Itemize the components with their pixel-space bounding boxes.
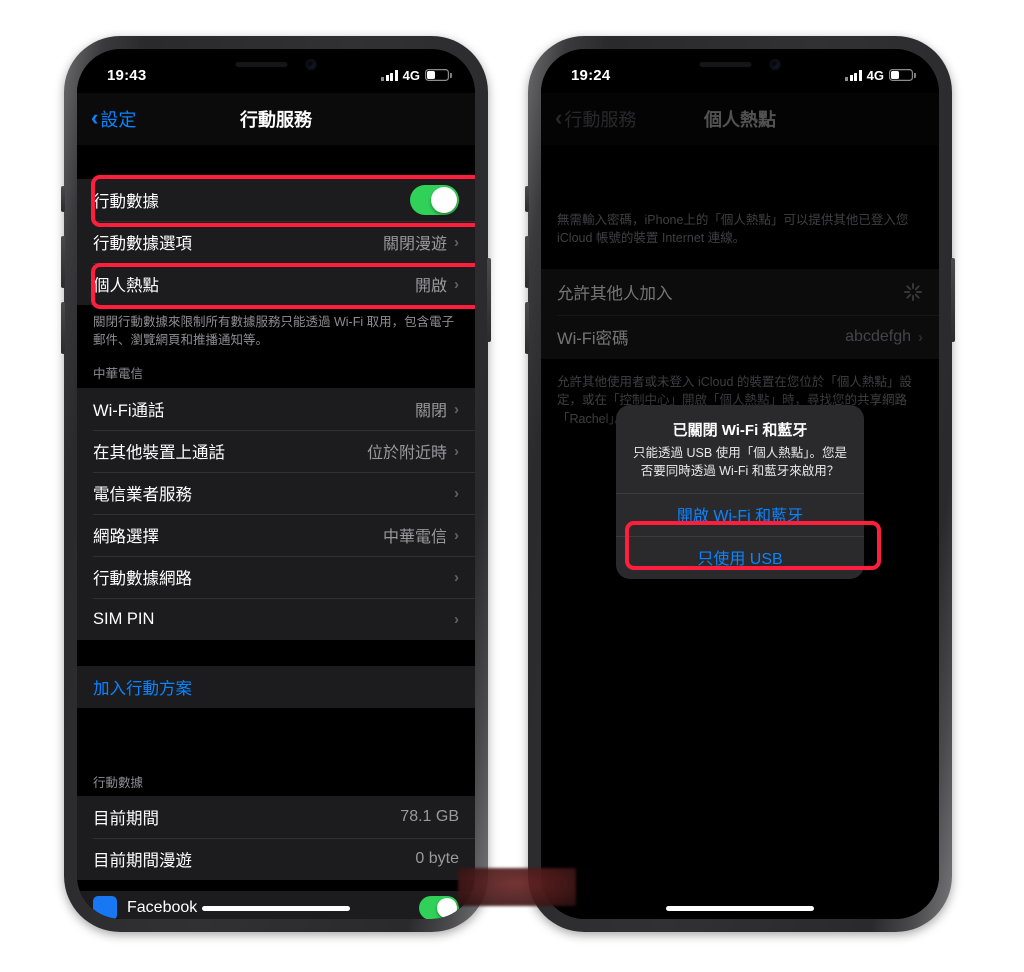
chevron-right-icon: › — [454, 526, 459, 544]
row-label: 行動數據選項 — [93, 235, 192, 253]
alert-primary-button[interactable]: 開啟 Wi-Fi 和藍牙 — [616, 492, 864, 536]
image-artifact-strip — [458, 868, 576, 906]
row-value: 關閉 — [414, 403, 447, 421]
chevron-left-icon: ‹ — [91, 105, 99, 130]
row-label: Wi-Fi通話 — [93, 402, 165, 421]
battery-icon — [889, 69, 916, 81]
status-indicators: 4G — [381, 67, 452, 83]
facebook-icon — [93, 896, 117, 919]
row-sim-pin[interactable]: SIM PIN › — [77, 598, 475, 641]
row-carrier-services[interactable]: 電信業者服務 › — [77, 472, 475, 515]
row-label: 目前期間漫遊 — [93, 852, 192, 871]
earpiece-speaker-icon — [699, 62, 752, 67]
row-personal-hotspot[interactable]: 個人熱點 開啟 › — [77, 263, 475, 305]
front-camera-icon — [305, 59, 317, 70]
row-value: 0 byte — [415, 850, 459, 868]
home-indicator-right[interactable] — [666, 906, 814, 911]
section-header-carrier: 中華電信 — [93, 367, 144, 382]
volume-down-button-left[interactable] — [61, 302, 65, 354]
volume-up-button-left[interactable] — [61, 236, 65, 288]
row-value: 關閉漫遊 — [382, 236, 447, 253]
volume-down-button-right[interactable] — [525, 302, 529, 354]
settings-list-left[interactable]: 行動數據 行動數據選項 關閉漫遊 › 個人熱點 開啟 › 關閉行動數據來限制所有… — [77, 145, 475, 919]
alert-dialog: 已關閉 Wi-Fi 和藍牙 只能透過 USB 使用「個人熱點」。您是否要同時透過… — [616, 405, 864, 579]
group-carrier-settings: Wi-Fi通話 關閉› 在其他裝置上通話 位於附近時› 電信業者服務 › 網 — [77, 388, 475, 641]
row-current-period: 目前期間 78.1 GB — [77, 796, 475, 839]
cellular-signal-icon — [381, 69, 398, 81]
row-label: 加入行動方案 — [93, 680, 192, 699]
alert-secondary-button[interactable]: 只使用 USB — [616, 535, 864, 579]
row-cellular-data-options[interactable]: 行動數據選項 關閉漫遊 › — [77, 221, 475, 263]
row-label: 網路選擇 — [93, 528, 159, 547]
back-button-left[interactable]: ‹ 設定 — [91, 106, 136, 132]
chevron-right-icon: › — [454, 233, 459, 251]
network-type-label: 4G — [402, 67, 420, 83]
row-calls-on-other-devices[interactable]: 在其他裝置上通話 位於附近時 › — [77, 430, 475, 473]
row-value: 中華電信 — [382, 529, 447, 547]
notch-left — [188, 49, 364, 78]
row-label: 目前期間 — [93, 810, 159, 829]
home-indicator-left[interactable] — [202, 906, 350, 911]
chevron-right-icon: › — [454, 442, 459, 460]
alert-header: 已關閉 Wi-Fi 和藍牙 只能透過 USB 使用「個人熱點」。您是否要同時透過… — [616, 405, 864, 493]
mute-switch-left[interactable] — [61, 186, 65, 212]
row-value: 位於附近時 — [366, 445, 447, 463]
phone-bezel-left: 19:43 4G ‹ 設定 行動服務 行動數據 行動數據選項 關閉漫遊 › 個人… — [77, 49, 475, 919]
screen-left: 19:43 4G ‹ 設定 行動服務 行動數據 行動數據選項 關閉漫遊 › 個人… — [77, 49, 475, 919]
facebook-data-toggle[interactable] — [419, 896, 459, 919]
status-indicators: 4G — [845, 67, 916, 83]
row-label: 電信業者服務 — [93, 486, 192, 505]
mute-switch-right[interactable] — [525, 186, 529, 212]
row-label: Facebook — [127, 899, 198, 916]
chevron-right-icon: › — [454, 484, 459, 502]
row-app-facebook[interactable]: Facebook — [77, 891, 475, 919]
phone-device-left: 19:43 4G ‹ 設定 行動服務 行動數據 行動數據選項 關閉漫遊 › 個人… — [61, 36, 491, 932]
row-label: 行動數據網路 — [93, 570, 192, 589]
notch-right — [652, 49, 828, 78]
section-header-data-usage: 行動數據 — [93, 776, 144, 791]
row-label: 在其他裝置上通話 — [93, 444, 225, 463]
row-add-cellular-plan[interactable]: 加入行動方案 — [77, 666, 475, 709]
power-button-left[interactable] — [487, 258, 491, 342]
network-type-label: 4G — [866, 67, 884, 83]
phone-device-right: 19:24 4G ‹ 行動服務 個人熱點 — [525, 36, 955, 932]
status-time: 19:43 — [107, 66, 147, 84]
group-cellular-data: 行動數據 行動數據選項 關閉漫遊 › 個人熱點 開啟 › — [77, 179, 475, 305]
volume-up-button-right[interactable] — [525, 236, 529, 288]
row-cellular-data-network[interactable]: 行動數據網路 › — [77, 556, 475, 599]
chevron-right-icon: › — [454, 610, 459, 628]
group1-footer-note: 關閉行動數據來限制所有數據服務只能透過 Wi-Fi 取用，包含電子郵件、瀏覽網頁… — [93, 315, 455, 348]
screenshot-stage: 19:43 4G ‹ 設定 行動服務 行動數據 行動數據選項 關閉漫遊 › 個人… — [0, 0, 1024, 972]
cellular-data-toggle[interactable] — [410, 185, 459, 215]
row-label: 個人熱點 — [93, 277, 159, 295]
power-button-right[interactable] — [951, 258, 955, 342]
battery-icon — [425, 69, 452, 81]
status-time: 19:24 — [571, 66, 611, 84]
row-wifi-calling[interactable]: Wi-Fi通話 關閉 › — [77, 388, 475, 431]
row-network-selection[interactable]: 網路選擇 中華電信 › — [77, 514, 475, 557]
row-value: 開啟 — [414, 278, 447, 295]
group-data-usage: 目前期間 78.1 GB 目前期間漫遊 0 byte — [77, 796, 475, 881]
alert-message: 只能透過 USB 使用「個人熱點」。您是否要同時透過 Wi-Fi 和藍牙來啟用？ — [633, 446, 847, 478]
page-title-left: 行動服務 — [240, 110, 312, 130]
phone-bezel-right: 19:24 4G ‹ 行動服務 個人熱點 — [541, 49, 939, 919]
row-value: 78.1 GB — [400, 808, 459, 826]
cellular-signal-icon — [845, 69, 862, 81]
back-button-label: 設定 — [100, 110, 137, 130]
screen-right: 19:24 4G ‹ 行動服務 個人熱點 — [541, 49, 939, 919]
alert-title: 已關閉 Wi-Fi 和藍牙 — [672, 422, 808, 439]
chevron-right-icon: › — [454, 275, 459, 293]
row-label: SIM PIN — [93, 609, 155, 628]
row-current-period-roaming: 目前期間漫遊 0 byte — [77, 838, 475, 881]
row-label: 行動數據 — [93, 193, 159, 211]
front-camera-icon — [769, 59, 781, 70]
chevron-right-icon: › — [454, 400, 459, 418]
earpiece-speaker-icon — [235, 62, 288, 67]
nav-bar-left: ‹ 設定 行動服務 — [77, 93, 475, 145]
chevron-right-icon: › — [454, 568, 459, 586]
group-add-plan: 加入行動方案 — [77, 666, 475, 709]
row-cellular-data[interactable]: 行動數據 — [77, 179, 475, 221]
